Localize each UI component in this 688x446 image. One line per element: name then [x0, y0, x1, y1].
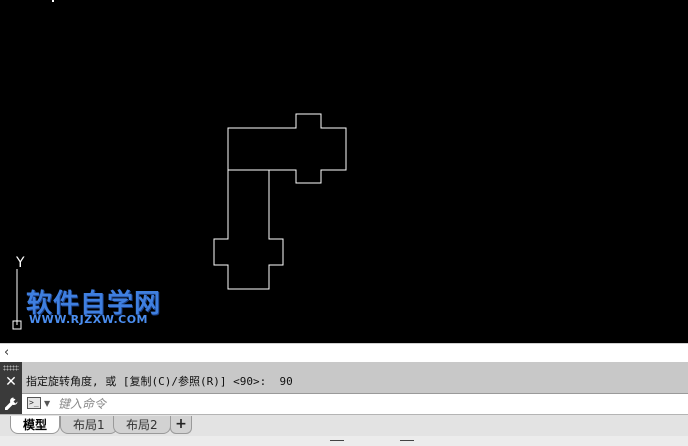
tab-layout2[interactable]: 布局2: [113, 416, 171, 434]
status-divider: [330, 440, 344, 441]
horizontal-arm-shape: [227, 113, 347, 184]
chevron-left-icon[interactable]: ‹: [4, 345, 9, 361]
chevron-down-icon[interactable]: ▼: [44, 397, 50, 411]
tab-layout1[interactable]: 布局1: [60, 416, 118, 434]
command-input-row: >_ ▼: [22, 393, 688, 414]
close-icon[interactable]: ✕: [3, 374, 19, 390]
command-input[interactable]: [58, 395, 658, 412]
watermark-url: WWW.RJZXW.COM: [29, 313, 148, 326]
drawing-canvas[interactable]: Y 软件自学网 WWW.RJZXW.COM: [0, 0, 688, 343]
command-panel-toolbar: ✕: [0, 362, 22, 414]
command-line-panel: ✕ 指定旋转角度, 或 [复制(C)/参照(R)] <90>: 90 >_ ▼: [0, 362, 688, 414]
vertical-arm-shape: [213, 169, 284, 290]
drag-grip-icon[interactable]: [3, 365, 19, 371]
wrench-icon[interactable]: [3, 396, 19, 412]
watermark-logo: 软件自学网 WWW.RJZXW.COM: [26, 283, 176, 327]
command-prompt-text: 指定旋转角度, 或 [复制(C)/参照(R)] <90>: 90: [26, 375, 293, 388]
layout-tab-bar: 模型 布局1 布局2 +: [0, 414, 688, 446]
command-history-bar[interactable]: ‹: [0, 343, 688, 362]
status-divider: [400, 440, 414, 441]
tab-model[interactable]: 模型: [10, 416, 61, 434]
command-prompt-icon[interactable]: >_: [27, 397, 41, 409]
add-layout-button[interactable]: +: [170, 416, 192, 434]
ucs-y-axis-label: Y: [16, 255, 25, 271]
